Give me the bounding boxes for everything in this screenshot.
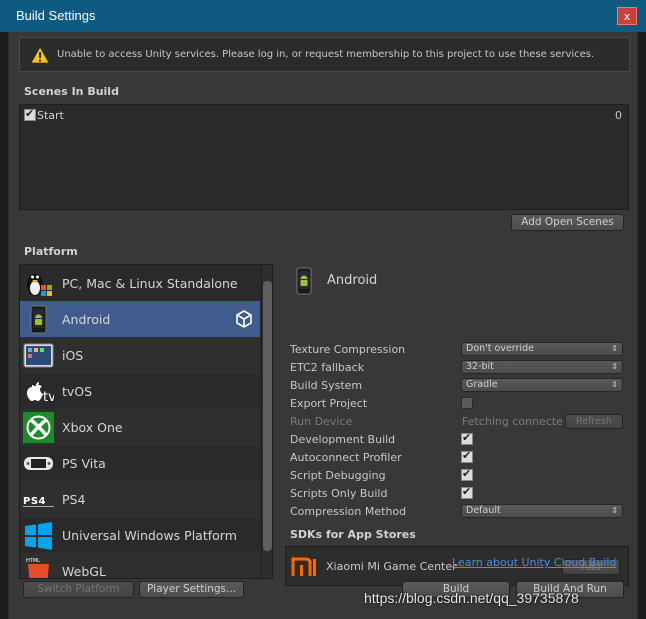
build-system-label: Build System — [290, 379, 363, 392]
texture-compression-dropdown[interactable]: Don't override ⇕ — [461, 342, 623, 356]
player-settings-button[interactable]: Player Settings... — [139, 581, 244, 598]
build-system-dropdown[interactable]: Gradle ⇕ — [461, 378, 623, 392]
platform-name: PS4 — [62, 492, 86, 507]
windows-icon — [25, 522, 52, 550]
texture-compression-row: Texture Compression Don't override ⇕ — [290, 342, 630, 358]
xiaomi-mi-icon — [291, 557, 316, 576]
html5-icon: HTML — [26, 558, 49, 578]
apple-tv-icon: tv — [27, 382, 54, 405]
sdk-name: Xiaomi Mi Game Center — [326, 560, 457, 573]
run-device-row: Run Device Fetching connected devices Re… — [290, 414, 630, 430]
scenes-header: Scenes In Build — [24, 85, 119, 98]
scripts-only-build-label: Scripts Only Build — [290, 487, 388, 500]
ps4-icon: PS4 — [23, 496, 54, 507]
title-bar: Build Settings x — [0, 0, 646, 32]
compression-method-label: Compression Method — [290, 505, 407, 518]
build-settings-window: Unable to access Unity services. Please … — [8, 32, 638, 619]
warning-text: Unable to access Unity services. Please … — [57, 49, 595, 60]
cloud-build-link[interactable]: Learn about Unity Cloud Build — [452, 556, 616, 569]
ipad-icon — [23, 343, 54, 368]
etc2-fallback-dropdown[interactable]: 32-bit ⇕ — [461, 360, 623, 374]
platform-item-ps-vita[interactable]: PS Vita — [20, 445, 260, 481]
script-debugging-row: Script Debugging — [290, 467, 630, 484]
scene-checkbox[interactable] — [24, 107, 36, 121]
platform-item-ios[interactable]: iOS — [20, 337, 260, 373]
etc2-fallback-value: 32-bit — [466, 361, 494, 372]
selected-platform-title: Android — [327, 273, 378, 288]
android-phone-icon — [30, 305, 47, 334]
sdks-header: SDKs for App Stores — [290, 528, 416, 541]
platform-item-android[interactable]: Android — [20, 301, 260, 337]
development-build-checkbox[interactable] — [461, 431, 473, 445]
dropdown-arrow-icon: ⇕ — [611, 380, 618, 389]
scene-row[interactable]: Start 0 — [24, 107, 624, 124]
platform-list[interactable]: PC, Mac & Linux Standalone Android iOS t… — [19, 264, 273, 579]
platform-item-standalone[interactable]: PC, Mac & Linux Standalone — [20, 265, 260, 301]
run-device-value: Fetching connected devices — [462, 415, 562, 428]
platform-name: Xbox One — [62, 420, 123, 435]
run-device-label: Run Device — [290, 415, 353, 428]
refresh-button[interactable]: Refresh — [565, 414, 623, 429]
platform-item-uwp[interactable]: Universal Windows Platform — [20, 517, 260, 553]
platform-name: tvOS — [62, 384, 93, 399]
build-system-value: Gradle — [466, 379, 498, 390]
build-system-row: Build System Gradle ⇕ — [290, 378, 630, 394]
dropdown-arrow-icon: ⇕ — [611, 506, 618, 515]
svg-text:PS4: PS4 — [23, 496, 46, 507]
dropdown-arrow-icon: ⇕ — [611, 362, 618, 371]
switch-platform-button[interactable]: Switch Platform — [23, 581, 134, 598]
window-title: Build Settings — [16, 8, 96, 23]
platform-name: PC, Mac & Linux Standalone — [62, 276, 238, 291]
xbox-icon — [23, 412, 54, 443]
platform-name: Android — [62, 312, 111, 327]
export-project-label: Export Project — [290, 397, 368, 410]
autoconnect-profiler-label: Autoconnect Profiler — [290, 451, 402, 464]
etc2-fallback-label: ETC2 fallback — [290, 361, 365, 374]
add-open-scenes-button[interactable]: Add Open Scenes — [511, 214, 624, 231]
platform-list-scrollbar[interactable] — [261, 265, 272, 578]
export-project-row: Export Project — [290, 396, 630, 412]
platform-name: Universal Windows Platform — [62, 528, 237, 543]
export-project-checkbox[interactable] — [461, 397, 473, 409]
scene-name: Start — [37, 109, 64, 122]
script-debugging-label: Script Debugging — [290, 469, 386, 482]
scrollbar-thumb[interactable] — [263, 281, 272, 551]
platform-settings-panel: Android Texture Compression Don't overri… — [281, 262, 631, 586]
unity-logo-icon — [236, 310, 252, 328]
ps-vita-icon — [24, 457, 53, 470]
development-build-label: Development Build — [290, 433, 396, 446]
watermark-text: https://blog.csdn.net/qq_39735878 — [364, 590, 579, 606]
scenes-list[interactable]: Start 0 — [19, 104, 629, 210]
texture-compression-value: Don't override — [466, 343, 534, 354]
dropdown-arrow-icon: ⇕ — [611, 344, 618, 353]
svg-text:HTML: HTML — [26, 558, 40, 564]
compression-method-value: Default — [466, 505, 501, 516]
platform-header: Platform — [24, 245, 78, 258]
platform-name: WebGL — [62, 564, 106, 579]
linux-tux-icon — [27, 274, 52, 296]
android-phone-icon — [296, 267, 312, 295]
texture-compression-label: Texture Compression — [290, 343, 406, 356]
scripts-only-build-row: Scripts Only Build — [290, 485, 630, 502]
etc2-fallback-row: ETC2 fallback 32-bit ⇕ — [290, 360, 630, 376]
autoconnect-profiler-checkbox[interactable] — [461, 449, 473, 463]
platform-item-ps4[interactable]: PS4 PS4 — [20, 481, 260, 517]
autoconnect-profiler-row: Autoconnect Profiler — [290, 449, 630, 466]
scene-index: 0 — [615, 109, 622, 122]
platform-item-webgl[interactable]: HTML WebGL — [20, 553, 260, 579]
warning-triangle-icon — [30, 46, 50, 64]
platform-item-xbox-one[interactable]: Xbox One — [20, 409, 260, 445]
svg-text:tv: tv — [43, 390, 54, 405]
compression-method-dropdown[interactable]: Default ⇕ — [461, 504, 623, 518]
scripts-only-build-checkbox[interactable] — [461, 485, 473, 499]
script-debugging-checkbox[interactable] — [461, 467, 473, 481]
platform-item-tvos[interactable]: tv tvOS — [20, 373, 260, 409]
development-build-row: Development Build — [290, 431, 630, 448]
platform-name: iOS — [62, 348, 84, 363]
services-warning: Unable to access Unity services. Please … — [19, 37, 630, 72]
platform-name: PS Vita — [62, 456, 106, 471]
compression-method-row: Compression Method Default ⇕ — [290, 504, 630, 520]
close-button[interactable]: x — [617, 7, 637, 25]
